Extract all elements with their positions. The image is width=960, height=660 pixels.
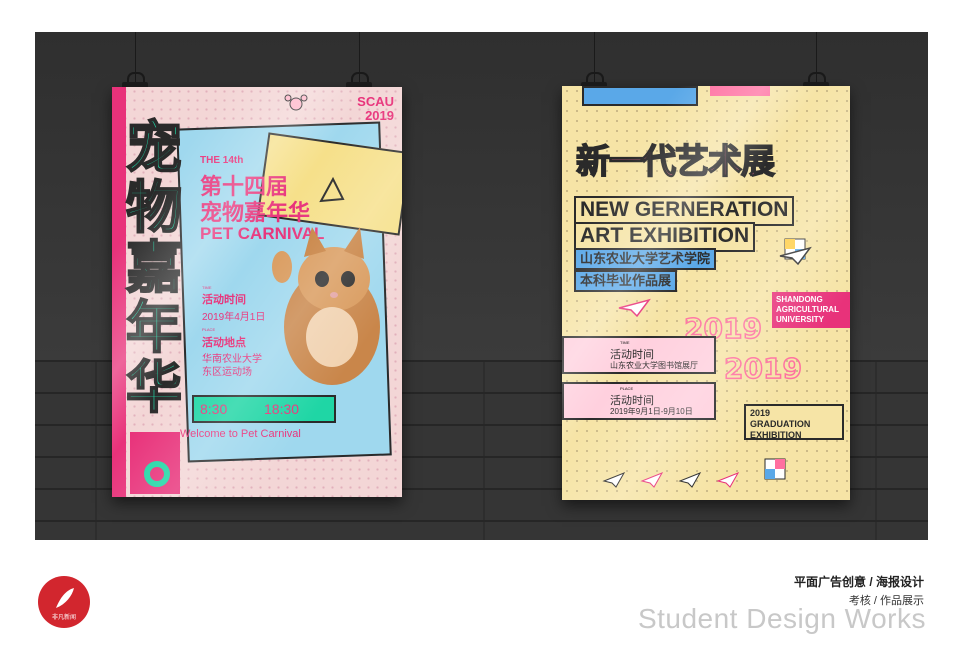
paper-plane-icon	[618, 298, 651, 318]
decor-triangle-icon	[319, 176, 345, 203]
start-time: 8:30	[200, 401, 228, 417]
decor-pink-bar	[710, 86, 770, 96]
university-line: SHANDONG	[776, 295, 823, 304]
school-tag: SCAU	[357, 94, 394, 109]
year-tag: 2019	[365, 108, 394, 123]
edition-en: THE 14th	[200, 155, 244, 166]
date-info-box: PLACE 活动时间 2019年9月1日-9月10日	[562, 382, 716, 420]
decor-ring-icon	[144, 461, 170, 487]
place-line-2: 东区运动场	[202, 367, 252, 378]
art-exhibition-poster: 新一代艺术展 NEW GERNERATION ART EXHIBITION 山东…	[562, 86, 850, 500]
university-line: AGRICULTURAL	[776, 305, 839, 314]
paw-icon	[284, 94, 308, 111]
footer-title: 平面广告创意 / 海报设计	[793, 575, 924, 589]
university-line: UNIVERSITY	[776, 315, 825, 324]
university-en: SHANDONG AGRICULTURAL UNIVERSITY	[772, 292, 850, 328]
place-label-en: PLACE	[620, 386, 634, 391]
footer-english: Student Design Works	[637, 603, 926, 634]
school-year-tag: SCAU 2019	[357, 95, 394, 123]
exhibit-name-cn: 本科毕业作品展	[574, 270, 678, 292]
title-cn: 新一代艺术展	[575, 141, 776, 183]
pet-carnival-poster: 宠物嘉年华 SCAU 2019 THE 14th 第十四届 宠物嘉年华 PET …	[112, 87, 402, 497]
time-info-box: TIME 活动时间 山东农业大学图书馆展厅	[562, 336, 716, 374]
graduation-line: EXHIBITION	[750, 430, 802, 440]
time-range-box: 8:30 18:30	[192, 395, 336, 423]
brand-logo: 非凡新闻	[38, 576, 90, 628]
place-label-en: PLACE	[202, 327, 216, 332]
paper-plane-row	[602, 472, 740, 488]
time-label-en: TIME	[202, 285, 212, 290]
brick-joint	[483, 360, 485, 540]
year-outline: 2019	[723, 351, 802, 386]
paper-plane-icon	[779, 246, 812, 266]
grid-square-icon	[764, 458, 786, 480]
brick-joint	[875, 360, 877, 540]
graduation-tag: 2019 GRADUATION EXHIBITION	[744, 404, 844, 440]
end-time: 18:30	[264, 401, 300, 417]
school-name-cn: 山东农业大学艺术学院	[574, 248, 717, 270]
graduation-line: 2019	[750, 408, 771, 418]
time-label: 活动时间	[202, 294, 246, 306]
logo-text: 非凡新闻	[51, 615, 76, 621]
kitten-photo	[272, 227, 380, 385]
dates-text: 2019年9月1日-9月10日	[610, 407, 693, 416]
venue-text: 山东农业大学图书馆展厅	[610, 361, 698, 370]
decor-blue-bar	[582, 86, 698, 106]
brick-joint	[95, 360, 97, 540]
brick-line	[35, 520, 928, 522]
welcome-text: Welcome to Pet Carnival	[180, 428, 301, 440]
quill-icon	[56, 588, 74, 608]
time-label-en: TIME	[620, 340, 630, 345]
graduation-line: GRADUATION	[750, 419, 811, 429]
event-date: 2019年4月1日	[202, 312, 266, 323]
vertical-title: 宠物嘉年华	[125, 116, 183, 421]
place-label: 活动地点	[202, 337, 246, 349]
